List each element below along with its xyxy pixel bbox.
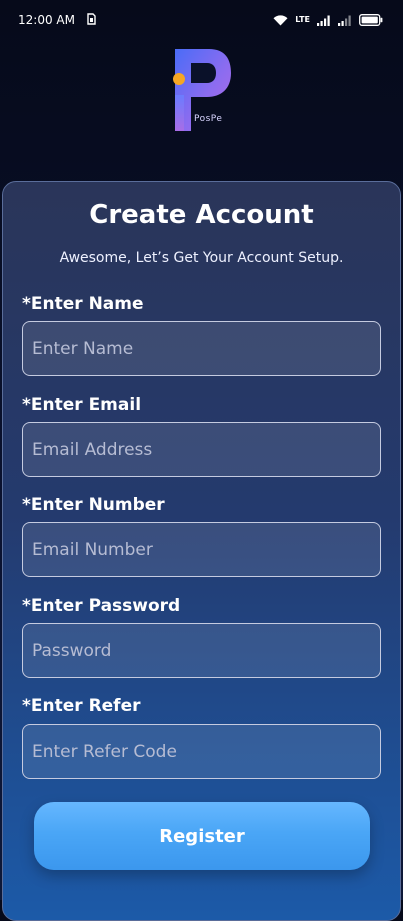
name-input[interactable]: [22, 321, 381, 376]
number-input[interactable]: [22, 522, 381, 577]
email-label: *Enter Email: [22, 395, 142, 415]
signal-icon-2: [338, 15, 352, 26]
refer-code-input[interactable]: [22, 724, 381, 779]
signal-icon: [317, 15, 331, 26]
password-label: *Enter Password: [22, 596, 181, 616]
register-button[interactable]: Register: [34, 802, 370, 870]
battery-icon: [359, 14, 383, 26]
email-input[interactable]: [22, 422, 381, 477]
status-right: LTE: [273, 14, 383, 26]
status-left: 12:00 AM: [18, 12, 96, 28]
status-bar: 12:00 AM LTE: [0, 0, 403, 40]
status-time: 12:00 AM: [18, 13, 75, 27]
network-label: LTE: [295, 15, 310, 24]
wifi-icon: [273, 14, 288, 26]
sim-icon: [87, 12, 96, 28]
logo-text: PosPe: [194, 114, 223, 124]
page-title: Create Account: [89, 200, 314, 230]
number-label: *Enter Number: [22, 495, 165, 515]
refer-label: *Enter Refer: [22, 696, 141, 716]
page-subtitle: Awesome, Let’s Get Your Account Setup.: [59, 250, 344, 266]
name-label: *Enter Name: [22, 294, 144, 314]
password-input[interactable]: [22, 623, 381, 678]
